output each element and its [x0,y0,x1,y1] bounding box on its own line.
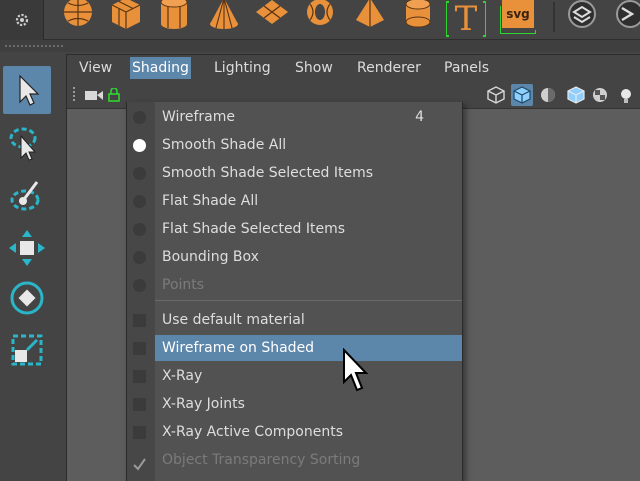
gear-icon [15,13,28,27]
radio-indicator [133,111,146,124]
paint-select-tool-button[interactable] [3,172,51,220]
menu-item-label: Flat Shade All [162,193,259,209]
svg-text:T: T [455,0,478,38]
sphere-icon[interactable] [60,0,96,32]
menu-renderer[interactable]: Renderer [355,57,423,79]
menu-item-wireframe-on-shaded[interactable]: Wireframe on Shaded [133,335,462,361]
default-material-icon[interactable] [537,84,559,106]
torus-icon[interactable] [302,0,338,32]
menu-divider [155,300,462,301]
panel-menubar: View Shading Lighting Show Renderer Pane… [67,55,640,81]
menu-item-smooth-shade-selected[interactable]: Smooth Shade Selected Items [133,160,462,186]
menu-item-label: Bounding Box [162,249,259,265]
cube-icon[interactable] [108,0,144,32]
menu-item-wireframe[interactable]: Wireframe 4 [133,104,462,130]
menu-view[interactable]: View [77,57,114,79]
sculpt-brush-icon[interactable] [564,0,600,32]
mouse-pointer-icon [340,347,370,394]
cylinder-icon[interactable] [156,0,192,32]
lasso-tool-button[interactable] [3,120,51,168]
menu-item-label: X-Ray Active Components [162,424,344,440]
menu-item-label: Smooth Shade All [162,137,287,153]
lasso-icon [9,127,37,161]
move-icon [9,230,45,266]
checkbox-indicator [133,370,146,383]
menu-item-smooth-shade-all[interactable]: Smooth Shade All [133,132,462,158]
shelf-separator [553,2,555,32]
nurbs-sphere-icon[interactable] [608,0,640,32]
menu-item-label: Flat Shade Selected Items [162,221,346,237]
radio-indicator [133,279,146,292]
radio-indicator [133,167,146,180]
svg-tool-icon[interactable]: svg [499,0,537,35]
pyramid-icon[interactable] [352,0,388,32]
hotkey-label: 4 [415,109,424,125]
menu-item-bounding-box[interactable]: Bounding Box [133,244,462,270]
cone-icon[interactable] [206,0,242,32]
wireframe-shading-icon[interactable] [485,84,507,106]
radio-indicator-selected [133,139,146,152]
arrow-cursor-icon [19,74,40,106]
menu-item-label: X-Ray [162,368,203,384]
menu-item-points: Points [133,272,462,298]
textured-icon[interactable] [589,84,611,106]
menu-item-label: Wireframe [162,109,236,125]
menu-item-label: Points [162,277,205,293]
menu-show[interactable]: Show [293,57,335,79]
paint-brush-icon [10,181,40,211]
checkmark-icon [133,454,146,471]
select-tool-button[interactable] [3,66,51,114]
checkbox-indicator [133,342,146,355]
text-tool-icon[interactable]: T [445,0,487,39]
menu-item-label: X-Ray Joints [162,396,245,412]
shelf-handle-strip[interactable] [0,40,640,52]
menu-shading[interactable]: Shading [130,57,191,79]
rotate-tool-button[interactable] [3,274,51,322]
menu-item-use-default-material[interactable]: Use default material [133,307,462,333]
menu-item-x-ray-active-components[interactable]: X-Ray Active Components [133,419,462,445]
smooth-shade-icon[interactable] [511,84,533,106]
rotate-icon [10,281,44,315]
menu-item-label: Smooth Shade Selected Items [162,165,374,181]
wireframe-on-shaded-icon[interactable] [565,84,587,106]
menu-item-flat-shade-selected[interactable]: Flat Shade Selected Items [133,216,462,242]
radio-indicator [133,223,146,236]
menu-item-object-transparency-sorting: Object Transparency Sorting [133,447,462,473]
menu-item-flat-shade-all[interactable]: Flat Shade All [133,188,462,214]
menu-item-label: Wireframe on Shaded [162,340,315,356]
radio-indicator [133,195,146,208]
scale-tool-button[interactable] [3,326,51,374]
svg-text:svg: svg [506,7,530,21]
menu-panels[interactable]: Panels [442,57,491,79]
camera-icon[interactable] [83,84,105,106]
toolbox [0,52,56,481]
checkbox-indicator [133,426,146,439]
menu-item-x-ray[interactable]: X-Ray [133,363,462,389]
plane-icon[interactable] [254,0,290,32]
checkbox-indicator [133,398,146,411]
checkbox-indicator [133,314,146,327]
scale-icon [11,334,43,366]
camera-lock-icon[interactable] [107,84,121,106]
shelf: T svg [0,0,640,40]
move-tool-button[interactable] [3,224,51,272]
light-bulb-icon[interactable] [615,84,637,106]
shelf-settings-button[interactable] [0,0,44,40]
menu-item-label: Object Transparency Sorting [162,452,361,468]
radio-indicator [133,251,146,264]
menu-item-x-ray-joints[interactable]: X-Ray Joints [133,391,462,417]
toolbar-grip-icon[interactable] [69,84,79,106]
menu-lighting[interactable]: Lighting [212,57,273,79]
shading-dropdown-menu: Wireframe 4 Smooth Shade All Smooth Shad… [126,102,463,481]
disc-icon[interactable] [400,0,436,32]
menu-item-label: Use default material [162,312,305,328]
